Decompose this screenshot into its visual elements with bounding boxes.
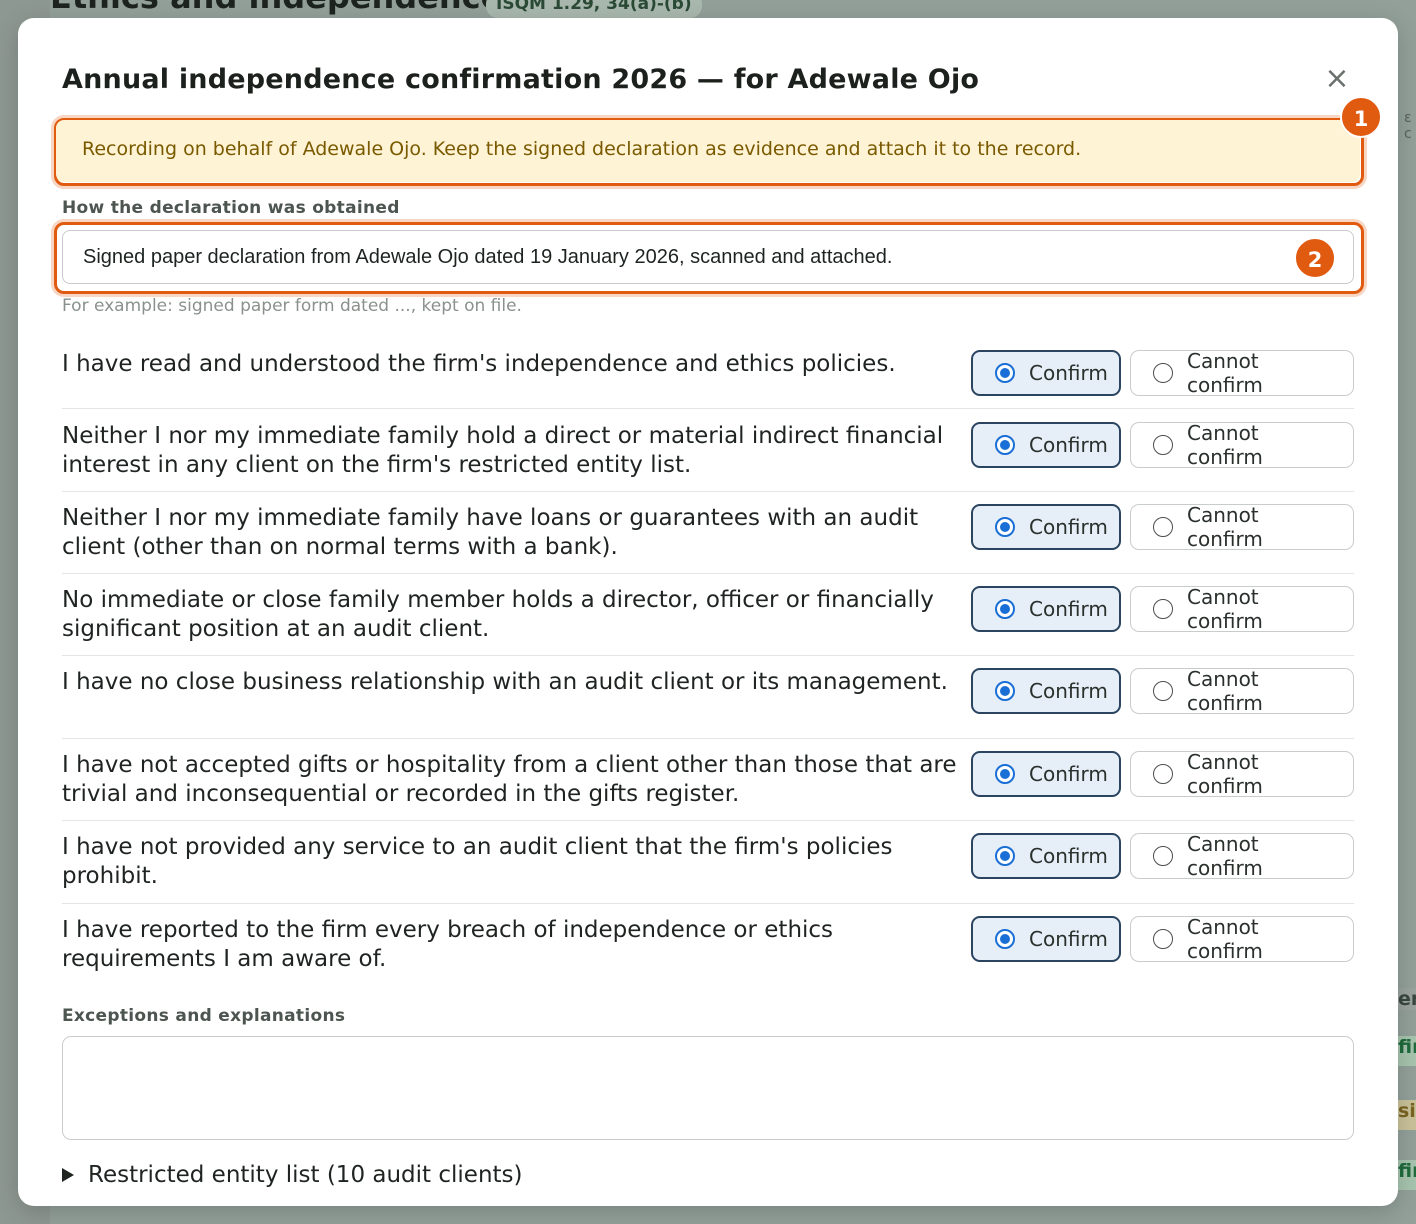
- dialog-title: Annual independence confirmation 2026 — …: [62, 64, 980, 95]
- exceptions-textarea[interactable]: [62, 1036, 1354, 1140]
- statement-row: I have reported to the firm every breach…: [62, 904, 1354, 986]
- confirm-option[interactable]: Confirm: [971, 916, 1121, 962]
- background-fragment: ɛ c: [1404, 110, 1412, 142]
- statement-row: No immediate or close family member hold…: [62, 574, 1354, 656]
- confirm-label: Confirm: [1029, 433, 1108, 457]
- restricted-list-disclosure[interactable]: Restricted entity list (10 audit clients…: [62, 1162, 523, 1188]
- radio-selected-icon: [995, 929, 1015, 949]
- background-fragment: fir: [1398, 1160, 1416, 1190]
- statement-options: Confirm Cannot confirm: [971, 503, 1354, 551]
- cannot-confirm-label: Cannot confirm: [1187, 503, 1263, 551]
- background-fragment: sir: [1398, 1100, 1416, 1130]
- statement-options: Confirm Cannot confirm: [971, 421, 1354, 469]
- statement-options: Confirm Cannot confirm: [971, 915, 1354, 963]
- statement-text: No immediate or close family member hold…: [62, 587, 934, 642]
- statement-row: I have not accepted gifts or hospitality…: [62, 739, 1354, 821]
- cannot-confirm-label: Cannot confirm: [1187, 349, 1263, 397]
- radio-selected-icon: [995, 681, 1015, 701]
- background-page-title: Ethics and independence: [50, 0, 502, 16]
- cannot-confirm-option[interactable]: Cannot confirm: [1130, 667, 1354, 715]
- statement-options: Confirm Cannot confirm: [971, 585, 1354, 633]
- statement-text: I have not provided any service to an au…: [62, 834, 893, 889]
- statement-text: Neither I nor my immediate family have l…: [62, 505, 919, 560]
- cannot-confirm-option[interactable]: Cannot confirm: [1130, 585, 1354, 633]
- statement-options: Confirm Cannot confirm: [971, 750, 1354, 798]
- obtained-field-hint: For example: signed paper form dated ...…: [62, 296, 522, 316]
- confirm-option[interactable]: Confirm: [971, 833, 1121, 879]
- confirm-label: Confirm: [1029, 597, 1108, 621]
- radio-selected-icon: [995, 517, 1015, 537]
- radio-unselected-icon: [1153, 846, 1173, 866]
- statement-options: Confirm Cannot confirm: [971, 667, 1354, 715]
- restricted-list-summary: Restricted entity list (10 audit clients…: [88, 1162, 523, 1188]
- confirm-option[interactable]: Confirm: [971, 422, 1121, 468]
- radio-unselected-icon: [1153, 435, 1173, 455]
- confirm-option[interactable]: Confirm: [971, 668, 1121, 714]
- close-icon[interactable]: ×: [1324, 64, 1350, 94]
- cannot-confirm-label: Cannot confirm: [1187, 750, 1263, 798]
- statement-row: Neither I nor my immediate family have l…: [62, 492, 1354, 574]
- background-fragment: er: [1398, 988, 1416, 1010]
- statement-row: I have not provided any service to an au…: [62, 821, 1354, 904]
- radio-selected-icon: [995, 435, 1015, 455]
- confirmation-statements-list: I have read and understood the firm's in…: [62, 338, 1354, 986]
- disclosure-triangle-icon: [62, 1168, 74, 1182]
- statement-text: I have not accepted gifts or hospitality…: [62, 752, 957, 807]
- confirm-label: Confirm: [1029, 515, 1108, 539]
- independence-confirmation-dialog: Annual independence confirmation 2026 — …: [18, 18, 1398, 1206]
- radio-selected-icon: [995, 599, 1015, 619]
- statement-text: I have reported to the firm every breach…: [62, 917, 834, 972]
- radio-selected-icon: [995, 363, 1015, 383]
- obtained-input[interactable]: Signed paper declaration from Adewale Oj…: [62, 230, 1354, 284]
- confirm-label: Confirm: [1029, 762, 1108, 786]
- statement-row: Neither I nor my immediate family hold a…: [62, 409, 1354, 492]
- radio-unselected-icon: [1153, 363, 1173, 383]
- obtained-field-label: How the declaration was obtained: [62, 198, 400, 218]
- cannot-confirm-option[interactable]: Cannot confirm: [1130, 503, 1354, 551]
- confirm-option[interactable]: Confirm: [971, 504, 1121, 550]
- confirm-option[interactable]: Confirm: [971, 586, 1121, 632]
- radio-unselected-icon: [1153, 929, 1173, 949]
- radio-unselected-icon: [1153, 599, 1173, 619]
- confirm-label: Confirm: [1029, 679, 1108, 703]
- cannot-confirm-label: Cannot confirm: [1187, 915, 1263, 963]
- statement-row: I have read and understood the firm's in…: [62, 338, 1354, 409]
- statement-options: Confirm Cannot confirm: [971, 832, 1354, 880]
- statement-options: Confirm Cannot confirm: [971, 349, 1354, 397]
- cannot-confirm-option[interactable]: Cannot confirm: [1130, 915, 1354, 963]
- statement-text: Neither I nor my immediate family hold a…: [62, 423, 944, 478]
- on-behalf-notice: Recording on behalf of Adewale Ojo. Keep…: [56, 120, 1360, 182]
- radio-unselected-icon: [1153, 517, 1173, 537]
- cannot-confirm-label: Cannot confirm: [1187, 585, 1263, 633]
- highlight-badge-1: 1: [1340, 96, 1382, 138]
- background-fragment: fir: [1398, 1036, 1416, 1066]
- confirm-label: Confirm: [1029, 927, 1108, 951]
- confirm-label: Confirm: [1029, 361, 1108, 385]
- statement-row: I have no close business relationship wi…: [62, 656, 1354, 739]
- exceptions-field-label: Exceptions and explanations: [62, 1006, 346, 1026]
- confirm-option[interactable]: Confirm: [971, 751, 1121, 797]
- highlight-badge-2: 2: [1294, 237, 1336, 279]
- cannot-confirm-option[interactable]: Cannot confirm: [1130, 832, 1354, 880]
- radio-unselected-icon: [1153, 681, 1173, 701]
- cannot-confirm-label: Cannot confirm: [1187, 667, 1263, 715]
- radio-selected-icon: [995, 764, 1015, 784]
- cannot-confirm-label: Cannot confirm: [1187, 832, 1263, 880]
- radio-selected-icon: [995, 846, 1015, 866]
- cannot-confirm-label: Cannot confirm: [1187, 421, 1263, 469]
- radio-unselected-icon: [1153, 764, 1173, 784]
- cannot-confirm-option[interactable]: Cannot confirm: [1130, 421, 1354, 469]
- cannot-confirm-option[interactable]: Cannot confirm: [1130, 349, 1354, 397]
- statement-text: I have no close business relationship wi…: [62, 669, 948, 695]
- cannot-confirm-option[interactable]: Cannot confirm: [1130, 750, 1354, 798]
- statement-text: I have read and understood the firm's in…: [62, 351, 896, 377]
- background-standard-badge: ISQM 1.29, 34(a)-(b): [486, 0, 702, 18]
- confirm-option[interactable]: Confirm: [971, 350, 1121, 396]
- confirm-label: Confirm: [1029, 844, 1108, 868]
